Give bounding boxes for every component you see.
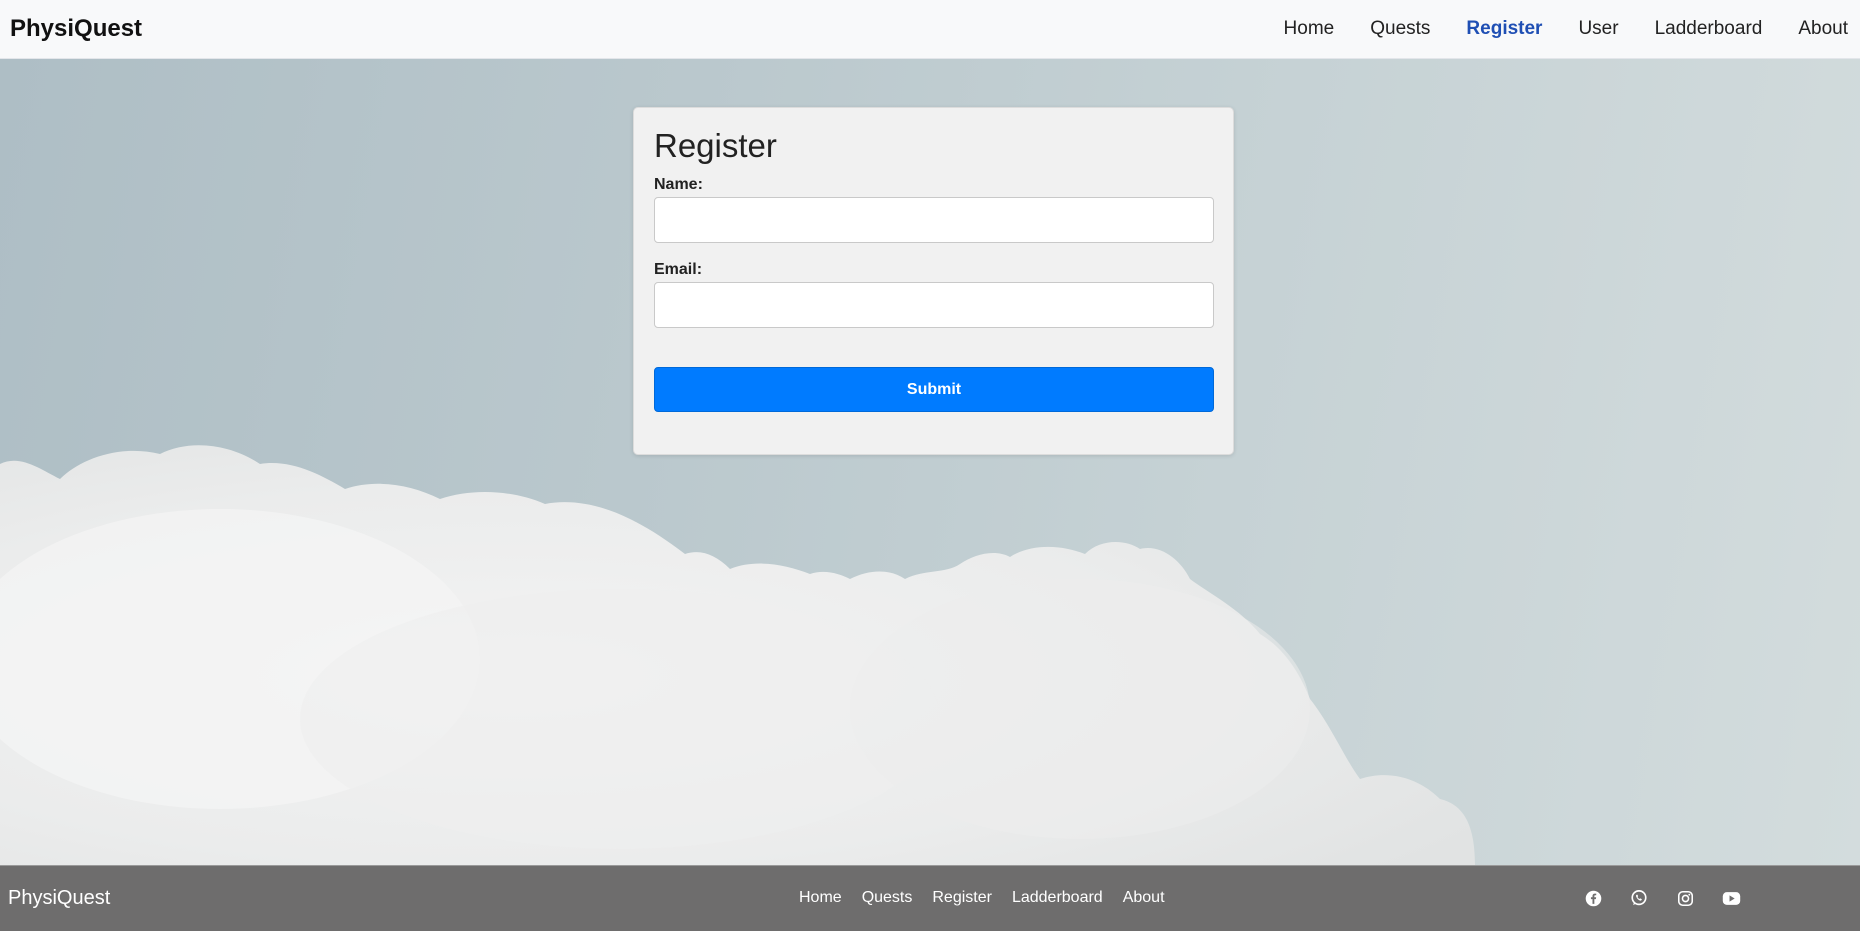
footer-brand: PhysiQuest (8, 887, 111, 909)
name-label: Name: (654, 176, 703, 193)
register-card: Register Name: Email: Submit (633, 107, 1234, 455)
nav-home[interactable]: Home (1284, 18, 1335, 40)
whatsapp-icon[interactable] (1629, 888, 1649, 908)
footer-link-register[interactable]: Register (932, 889, 992, 907)
instagram-icon[interactable] (1675, 888, 1695, 908)
footer-link-home[interactable]: Home (799, 889, 842, 907)
nav-user[interactable]: User (1578, 18, 1618, 40)
nav-register[interactable]: Register (1466, 18, 1542, 40)
footer-link-quests[interactable]: Quests (862, 889, 913, 907)
brand-logo[interactable]: PhysiQuest (10, 15, 142, 43)
nav-quests[interactable]: Quests (1370, 18, 1430, 40)
top-navbar: PhysiQuest Home Quests Register User Lad… (0, 0, 1860, 59)
footer-links: Home Quests Register Ladderboard About (799, 889, 1185, 907)
footer-link-ladderboard[interactable]: Ladderboard (1012, 889, 1103, 907)
youtube-icon[interactable] (1721, 888, 1741, 908)
footer: PhysiQuest Home Quests Register Ladderbo… (0, 865, 1860, 931)
nav-about[interactable]: About (1798, 18, 1848, 40)
footer-link-about[interactable]: About (1123, 889, 1165, 907)
nav-ladderboard[interactable]: Ladderboard (1655, 18, 1763, 40)
email-label: Email: (654, 261, 703, 278)
submit-button[interactable]: Submit (654, 367, 1214, 412)
facebook-icon[interactable] (1583, 888, 1603, 908)
register-title: Register (654, 127, 777, 164)
email-input[interactable] (654, 282, 1214, 328)
name-input[interactable] (654, 197, 1214, 243)
nav-links: Home Quests Register User Ladderboard Ab… (1248, 18, 1848, 40)
